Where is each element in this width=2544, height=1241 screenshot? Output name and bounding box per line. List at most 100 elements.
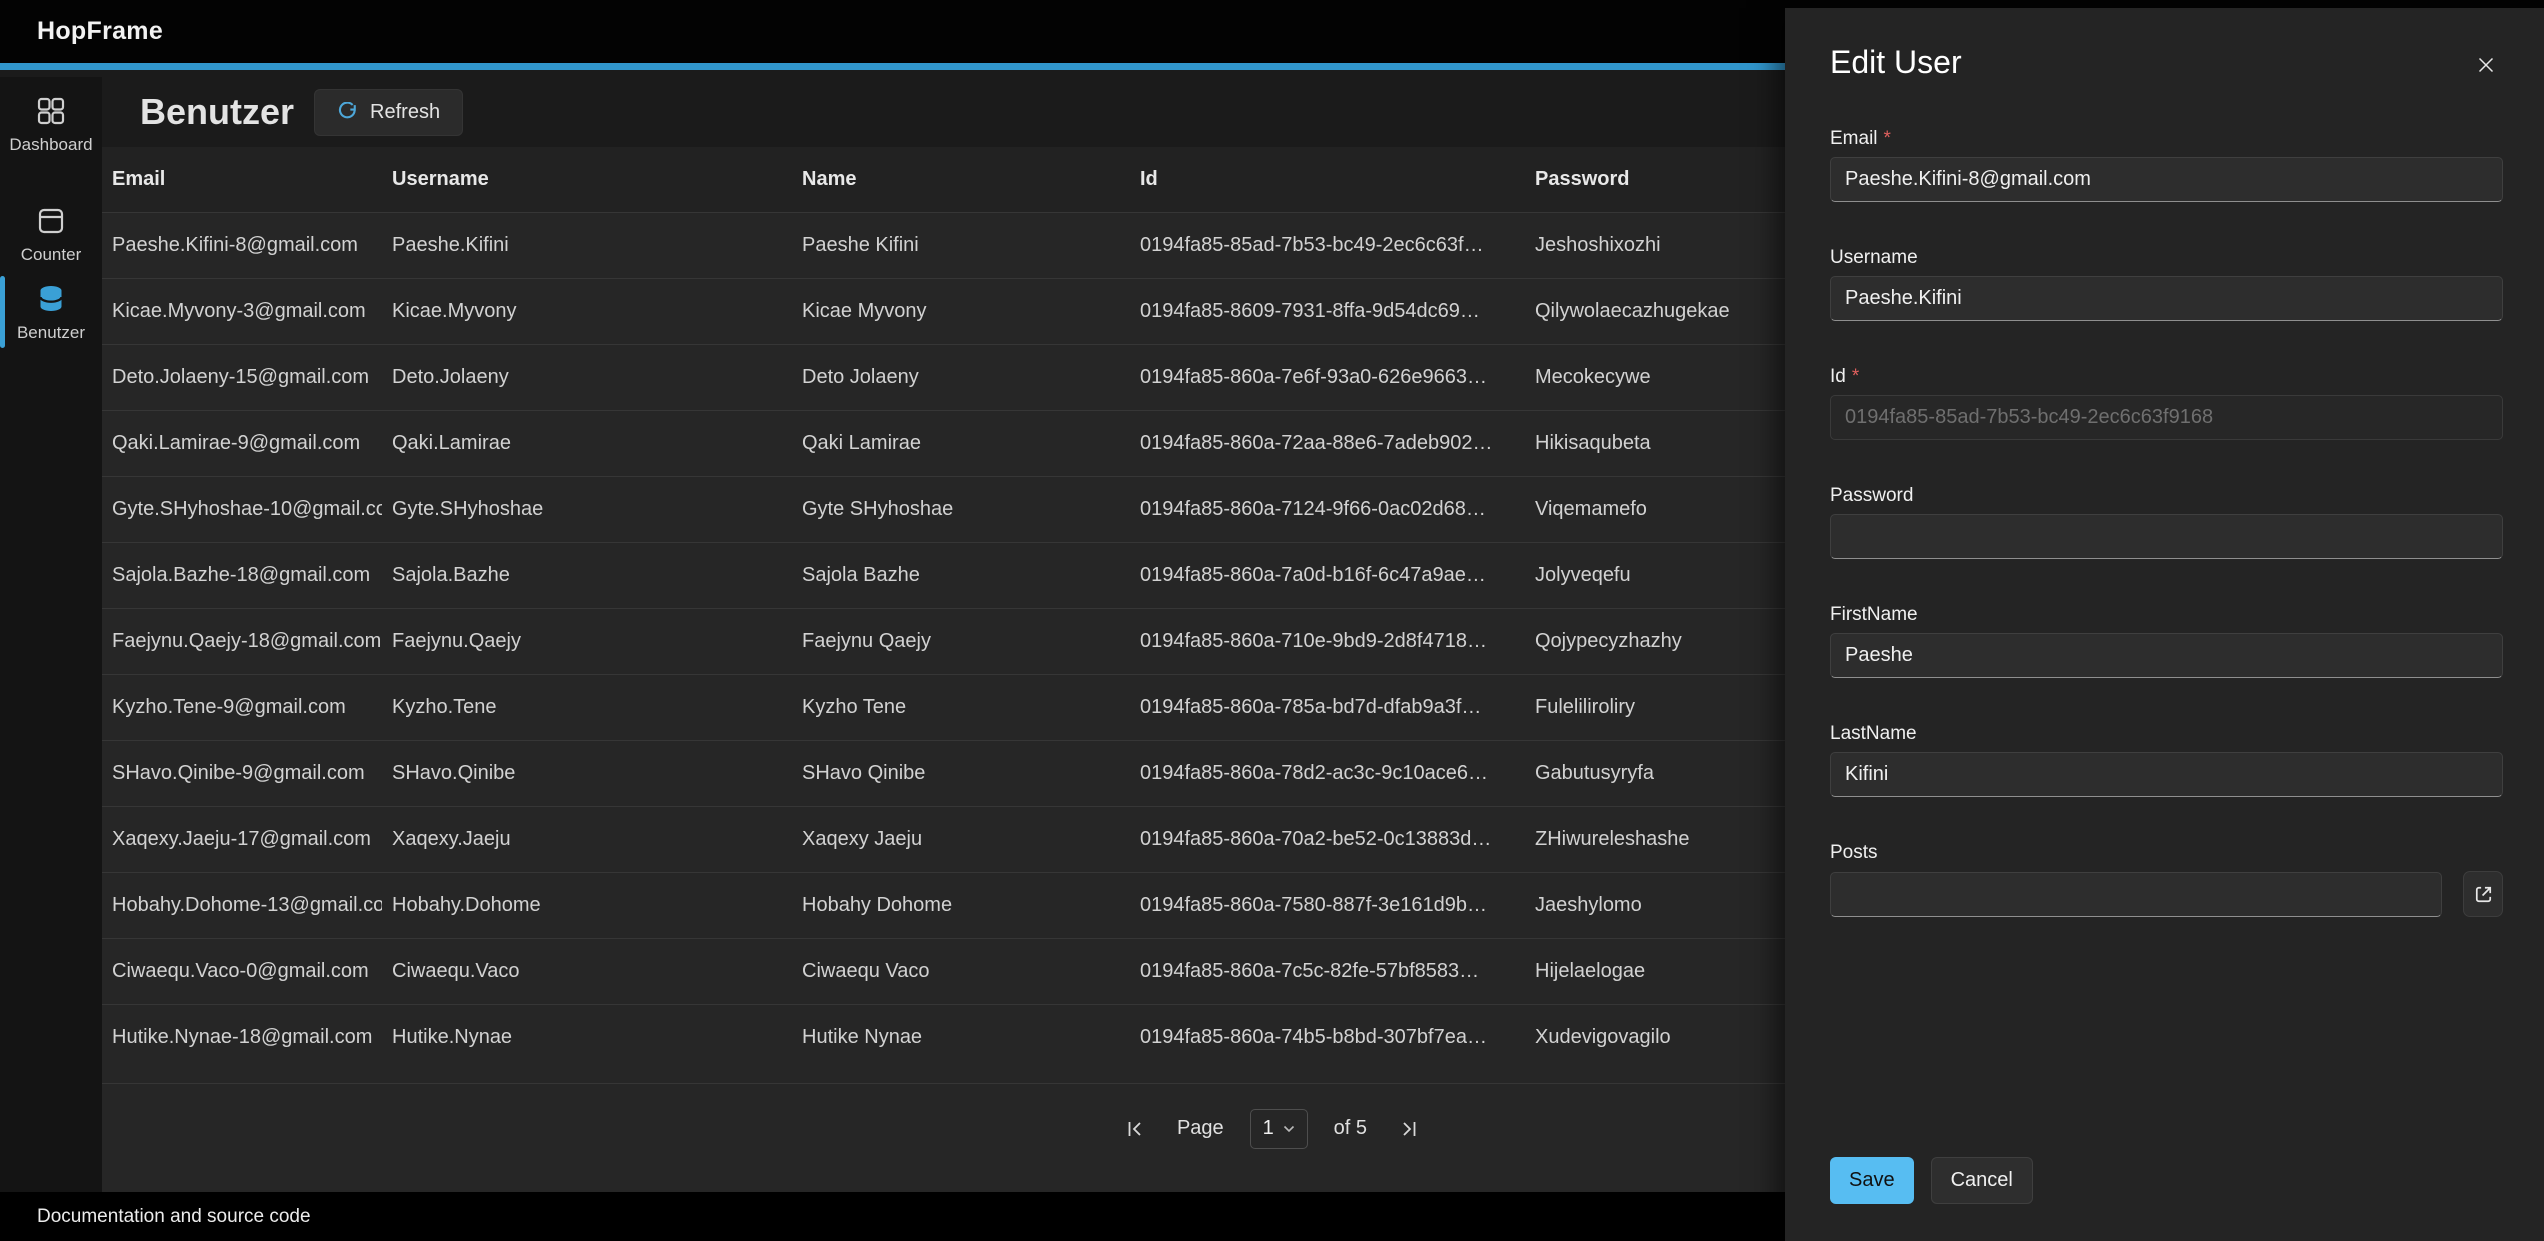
sidebar-item-counter[interactable]: Counter xyxy=(0,205,102,265)
database-icon xyxy=(35,283,67,315)
cell-name: Kicae Myvony xyxy=(792,300,1130,323)
lastname-label: LastName xyxy=(1830,723,2503,745)
edit-user-drawer: Edit User Email* Username Id* Password F… xyxy=(1785,8,2544,1241)
drawer-header: Edit User xyxy=(1830,44,2503,82)
cell-username: Paeshe.Kifini xyxy=(382,234,792,257)
app-brand: HopFrame xyxy=(37,17,163,46)
column-header-email: Email xyxy=(102,168,382,191)
cell-email: SHavo.Qinibe-9@gmail.com xyxy=(102,762,382,785)
column-header-id: Id xyxy=(1130,168,1525,191)
id-input xyxy=(1830,395,2503,440)
last-page-button[interactable] xyxy=(1393,1113,1425,1145)
page-title: Benutzer xyxy=(140,91,294,133)
cell-name: SHavo Qinibe xyxy=(792,762,1130,785)
cell-id: 0194fa85-8609-7931-8ffa-9d54dc69… xyxy=(1130,300,1525,323)
username-label: Username xyxy=(1830,247,2503,269)
cell-id: 0194fa85-85ad-7b53-bc49-2ec6c63f… xyxy=(1130,234,1525,257)
drawer-actions: Save Cancel xyxy=(1830,1157,2033,1204)
page-count-label: of 5 xyxy=(1334,1117,1367,1140)
dashboard-grid-icon xyxy=(35,95,67,127)
cell-username: Qaki.Lamirae xyxy=(382,432,792,455)
cell-name: Gyte SHyhoshae xyxy=(792,498,1130,521)
cell-id: 0194fa85-860a-74b5-b8bd-307bf7ea… xyxy=(1130,1026,1525,1049)
password-input[interactable] xyxy=(1830,514,2503,559)
refresh-button[interactable]: Refresh xyxy=(314,89,463,136)
firstname-input[interactable] xyxy=(1830,633,2503,678)
required-asterisk: * xyxy=(1884,128,1891,149)
cell-username: Sajola.Bazhe xyxy=(382,564,792,587)
field-firstname: FirstName xyxy=(1830,604,2503,678)
sidebar-item-label: Counter xyxy=(21,245,81,265)
cell-username: Gyte.SHyhoshae xyxy=(382,498,792,521)
column-header-name: Name xyxy=(792,168,1130,191)
last-page-icon xyxy=(1397,1117,1421,1141)
save-button[interactable]: Save xyxy=(1830,1157,1914,1204)
close-icon xyxy=(2473,52,2499,78)
cell-email: Xaqexy.Jaeju-17@gmail.com xyxy=(102,828,382,851)
lastname-input[interactable] xyxy=(1830,752,2503,797)
cell-email: Ciwaequ.Vaco-0@gmail.com xyxy=(102,960,382,983)
cell-name: Ciwaequ Vaco xyxy=(792,960,1130,983)
field-email: Email* xyxy=(1830,128,2503,202)
sidebar-item-label: Benutzer xyxy=(17,323,85,343)
first-page-button[interactable] xyxy=(1119,1113,1151,1145)
page-number-select[interactable]: 1 xyxy=(1250,1109,1308,1149)
field-posts: Posts xyxy=(1830,842,2503,917)
open-posts-button[interactable] xyxy=(2463,871,2503,917)
password-label: Password xyxy=(1830,485,2503,507)
cell-email: Hutike.Nynae-18@gmail.com xyxy=(102,1026,382,1049)
cell-username: Faejynu.Qaejy xyxy=(382,630,792,653)
cell-id: 0194fa85-860a-7a0d-b16f-6c47a9ae… xyxy=(1130,564,1525,587)
cell-username: Deto.Jolaeny xyxy=(382,366,792,389)
cell-name: Paeshe Kifini xyxy=(792,234,1130,257)
cell-username: Xaqexy.Jaeju xyxy=(382,828,792,851)
documentation-link[interactable]: Documentation and source code xyxy=(37,1206,311,1228)
email-label: Email* xyxy=(1830,128,2503,150)
cell-username: SHavo.Qinibe xyxy=(382,762,792,785)
id-label: Id* xyxy=(1830,366,2503,388)
page-header: Benutzer Refresh xyxy=(102,77,463,147)
cell-name: Hobahy Dohome xyxy=(792,894,1130,917)
field-lastname: LastName xyxy=(1830,723,2503,797)
cell-email: Sajola.Bazhe-18@gmail.com xyxy=(102,564,382,587)
refresh-label: Refresh xyxy=(370,101,440,124)
cell-username: Hobahy.Dohome xyxy=(382,894,792,917)
cell-email: Hobahy.Dohome-13@gmail.com xyxy=(102,894,382,917)
username-input[interactable] xyxy=(1830,276,2503,321)
cell-name: Deto Jolaeny xyxy=(792,366,1130,389)
app-root: HopFrame Dashboard Counter Benutzer xyxy=(0,0,2544,1241)
cell-id: 0194fa85-860a-7c5c-82fe-57bf8583… xyxy=(1130,960,1525,983)
cell-username: Hutike.Nynae xyxy=(382,1026,792,1049)
current-page: 1 xyxy=(1263,1117,1274,1140)
cell-email: Gyte.SHyhoshae-10@gmail.com xyxy=(102,498,382,521)
sidebar: Dashboard Counter Benutzer xyxy=(0,77,102,1192)
chevron-down-icon xyxy=(1283,1125,1295,1133)
posts-label: Posts xyxy=(1830,842,2503,864)
cell-name: Xaqexy Jaeju xyxy=(792,828,1130,851)
cell-name: Hutike Nynae xyxy=(792,1026,1130,1049)
drawer-title: Edit User xyxy=(1830,44,1962,81)
cell-email: Paeshe.Kifini-8@gmail.com xyxy=(102,234,382,257)
cell-username: Kicae.Myvony xyxy=(382,300,792,323)
sidebar-item-label: Dashboard xyxy=(9,135,92,155)
cell-username: Kyzho.Tene xyxy=(382,696,792,719)
cancel-button[interactable]: Cancel xyxy=(1931,1157,2033,1204)
cell-id: 0194fa85-860a-785a-bd7d-dfab9a3f… xyxy=(1130,696,1525,719)
cell-id: 0194fa85-860a-72aa-88e6-7adeb902… xyxy=(1130,432,1525,455)
cell-email: Qaki.Lamirae-9@gmail.com xyxy=(102,432,382,455)
cell-id: 0194fa85-860a-70a2-be52-0c13883d… xyxy=(1130,828,1525,851)
cell-email: Kicae.Myvony-3@gmail.com xyxy=(102,300,382,323)
cell-username: Ciwaequ.Vaco xyxy=(382,960,792,983)
posts-input[interactable] xyxy=(1830,872,2442,917)
firstname-label: FirstName xyxy=(1830,604,2503,626)
email-input[interactable] xyxy=(1830,157,2503,202)
counter-window-icon xyxy=(35,205,67,237)
field-username: Username xyxy=(1830,247,2503,321)
refresh-icon xyxy=(337,102,358,123)
sidebar-item-dashboard[interactable]: Dashboard xyxy=(0,95,102,155)
cell-email: Deto.Jolaeny-15@gmail.com xyxy=(102,366,382,389)
cell-name: Sajola Bazhe xyxy=(792,564,1130,587)
required-asterisk: * xyxy=(1852,366,1859,387)
close-button[interactable] xyxy=(2469,48,2503,82)
sidebar-item-benutzer[interactable]: Benutzer xyxy=(0,283,102,343)
